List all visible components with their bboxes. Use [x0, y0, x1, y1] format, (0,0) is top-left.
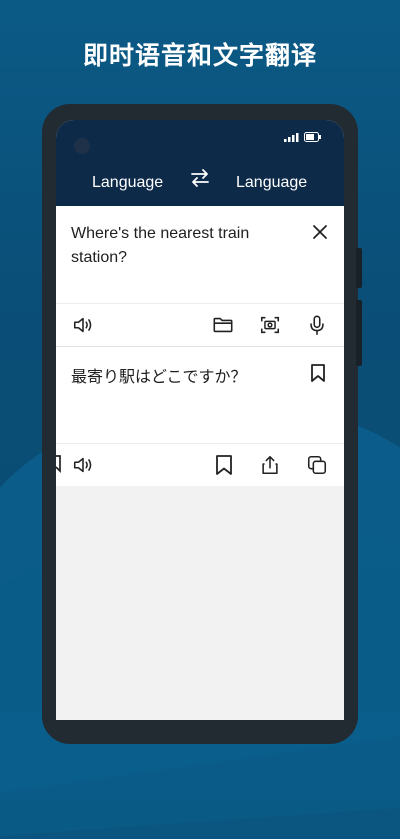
input-panel: Where's the nearest train station?: [56, 206, 344, 303]
status-bar: [56, 120, 344, 170]
output-toolbar: [56, 443, 344, 486]
empty-history-area: [56, 486, 344, 720]
camera-icon[interactable]: [259, 314, 281, 336]
close-icon[interactable]: [312, 224, 328, 240]
copy-icon[interactable]: [306, 454, 328, 476]
speaker-icon[interactable]: [72, 454, 94, 476]
target-language-button[interactable]: Language: [236, 174, 307, 192]
phone-screen: Language Language Where's the nearest tr…: [56, 120, 344, 720]
bookmark-icon[interactable]: [214, 454, 234, 476]
share-icon[interactable]: [259, 454, 281, 476]
folder-icon[interactable]: [212, 314, 234, 336]
bookmark-icon: [56, 455, 61, 474]
speaker-icon[interactable]: [72, 314, 94, 336]
phone-side-button: [356, 300, 362, 366]
bookmark-icon[interactable]: [310, 363, 326, 383]
input-text-field[interactable]: Where's the nearest train station?: [71, 222, 281, 270]
output-panel: 最寄り駅はどこですか？: [56, 347, 344, 443]
swap-arrows-icon[interactable]: [188, 166, 212, 190]
phone-side-button: [356, 248, 362, 288]
source-language-button[interactable]: Language: [92, 174, 163, 192]
translation-text: 最寄り駅はどこですか？: [71, 367, 247, 386]
battery-icon: [304, 132, 321, 142]
promo-headline: 即时语音和文字翻译: [82, 41, 317, 70]
front-camera: [74, 138, 90, 154]
language-bar: Language Language: [56, 169, 344, 206]
microphone-icon[interactable]: [306, 314, 328, 336]
input-toolbar: [56, 303, 344, 346]
signal-icon: [284, 133, 299, 142]
